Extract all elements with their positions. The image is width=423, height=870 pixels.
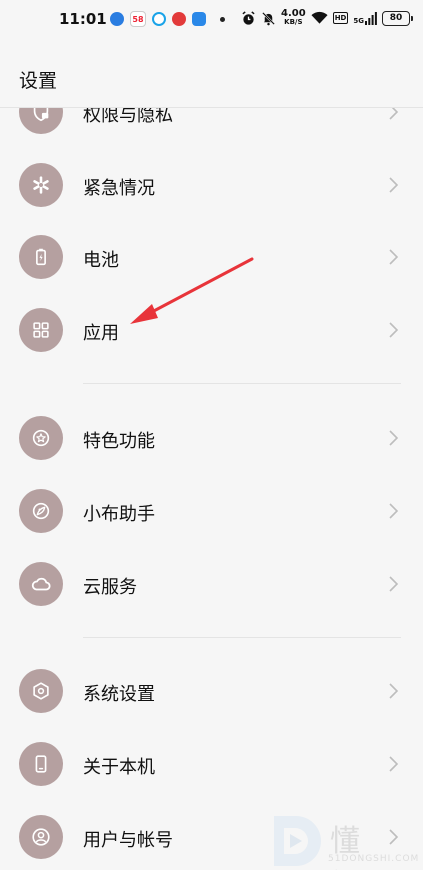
settings-item-special-features[interactable]: 特色功能 (0, 402, 423, 474)
shield-lock-icon (19, 108, 63, 134)
wifi-icon (311, 11, 328, 24)
user-icon (19, 815, 63, 859)
asterisk-icon (19, 163, 63, 207)
phone-icon (19, 742, 63, 786)
page-title: 设置 (19, 70, 58, 92)
chevron-right-icon (389, 177, 399, 193)
settings-screen: 11:01 58 4.00 KB/S HD 5G 80 设置 权限与隐私 紧急情… (0, 0, 423, 870)
cell-signal-icon (364, 11, 377, 25)
watermark-subtext: 51DONGSHI.COM (328, 854, 420, 864)
assistant-icon (19, 489, 63, 533)
more-notifications-dot-icon (220, 16, 225, 22)
cloud-icon (19, 562, 63, 606)
settings-item-apps[interactable]: 应用 (0, 294, 423, 366)
chevron-right-icon (389, 756, 399, 772)
settings-list: 权限与隐私 紧急情况 电池 应用 特色功能 小布助手 云服务 系统设置 关于本机… (0, 108, 423, 870)
star-badge-icon (19, 416, 63, 460)
settings-item-label: 关于本机 (83, 757, 155, 778)
settings-item-label: 云服务 (83, 577, 137, 598)
notification-chat-icon (192, 12, 206, 26)
status-bar: 11:01 58 4.00 KB/S HD 5G 80 (0, 0, 423, 40)
signal-5g-label: 5G (353, 16, 364, 25)
watermark: 懂 视 51DONGSHI.COM (268, 812, 423, 870)
settings-list-viewport[interactable]: 权限与隐私 紧急情况 电池 应用 特色功能 小布助手 云服务 系统设置 关于本机… (0, 108, 423, 870)
notification-red-icon (172, 12, 186, 26)
status-right-group: 4.00 KB/S HD 5G 80 (241, 9, 413, 27)
mute-bell-icon (262, 11, 275, 25)
settings-item-label: 系统设置 (83, 684, 155, 705)
settings-item-about-phone[interactable]: 关于本机 (0, 728, 423, 800)
battery-indicator: 80 (381, 10, 413, 26)
status-time: 11:01 (59, 10, 107, 28)
settings-item-battery[interactable]: 电池 (0, 221, 423, 293)
alarm-icon (242, 10, 255, 25)
network-speed-unit: KB/S (284, 18, 303, 26)
network-speed-value: 4.00 (281, 8, 306, 19)
chevron-right-icon (389, 503, 399, 519)
settings-item-label: 用户与帐号 (83, 830, 173, 851)
chevron-right-icon (389, 576, 399, 592)
settings-item-emergency[interactable]: 紧急情况 (0, 149, 423, 221)
settings-item-assistant[interactable]: 小布助手 (0, 475, 423, 547)
chevron-right-icon (389, 108, 399, 120)
settings-item-label: 小布助手 (83, 504, 155, 525)
settings-item-label: 权限与隐私 (83, 108, 173, 126)
settings-item-privacy[interactable]: 权限与隐私 (0, 108, 423, 148)
notification-ring-icon (152, 12, 166, 26)
notification-58-icon: 58 (130, 11, 146, 27)
battery-icon (19, 235, 63, 279)
network-speed: 4.00 KB/S (281, 9, 306, 27)
section-divider (83, 637, 401, 638)
apps-grid-icon (19, 308, 63, 352)
hd-icon: HD (332, 12, 349, 24)
chevron-right-icon (389, 683, 399, 699)
settings-item-label: 电池 (83, 250, 119, 271)
settings-item-label: 应用 (83, 323, 119, 344)
notification-icons: 58 (110, 11, 225, 27)
settings-item-label: 紧急情况 (83, 178, 155, 199)
settings-item-label: 特色功能 (83, 431, 155, 452)
notification-app-icon (110, 12, 124, 26)
hexagon-gear-icon (19, 669, 63, 713)
chevron-right-icon (389, 430, 399, 446)
settings-item-cloud[interactable]: 云服务 (0, 548, 423, 620)
chevron-right-icon (389, 322, 399, 338)
section-divider (83, 383, 401, 384)
signal-group: 5G (353, 11, 377, 25)
watermark-logo-icon (274, 816, 321, 866)
chevron-right-icon (389, 249, 399, 265)
settings-item-system[interactable]: 系统设置 (0, 655, 423, 727)
